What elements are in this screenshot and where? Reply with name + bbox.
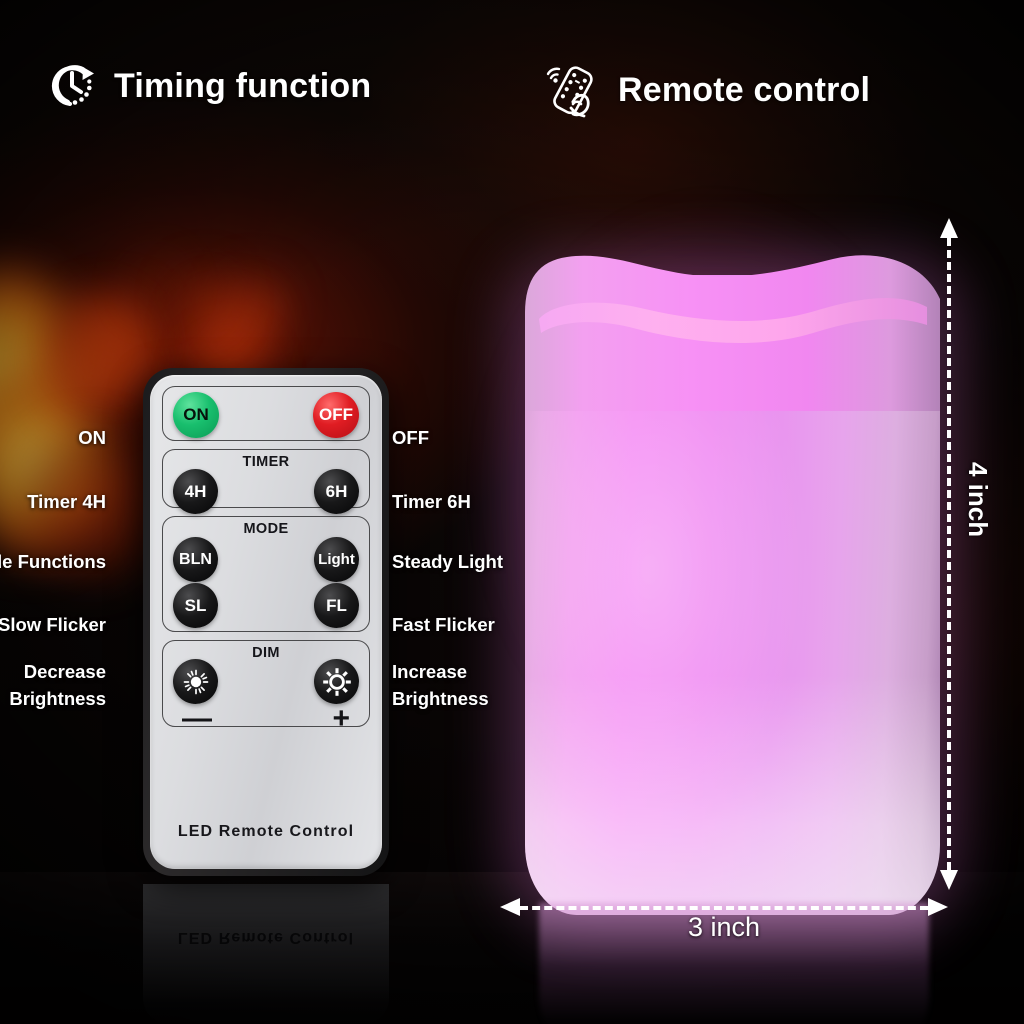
dim-up-sign: +	[332, 702, 350, 735]
mode-group-label: MODE	[243, 521, 289, 537]
dashed-line	[520, 906, 928, 910]
remote-control-device: ON OFF TIMER 4H 6H MODE BLN Light SL FL …	[143, 368, 389, 876]
mode-sl-button[interactable]: SL	[173, 583, 218, 628]
dim-down-sign: —	[182, 702, 212, 735]
dim-up-button[interactable]	[314, 659, 359, 704]
button-group-mode: MODE BLN Light SL FL	[162, 516, 370, 632]
height-dimension-label: 4 inch	[963, 462, 993, 538]
on-button-label: ON	[183, 405, 209, 424]
button-group-dim: DIM — +	[162, 640, 370, 734]
off-button-label: OFF	[319, 405, 353, 424]
header-remote-label: Remote control	[618, 70, 871, 109]
timer-6h-label: 6H	[325, 481, 348, 501]
mode-sl-label: SL	[184, 595, 207, 615]
remote-reflection-text: LED Remote Control	[177, 929, 355, 946]
callout-timer-6h: Timer 6H	[392, 491, 471, 512]
mode-light-label: Light	[318, 551, 355, 568]
sun-small-icon	[183, 669, 208, 694]
header-timing-label: Timing function	[114, 66, 372, 105]
callout-decrease-brightness: Decrease Brightness	[9, 659, 106, 713]
callout-timer-4h: Timer 4H	[27, 491, 106, 512]
dashed-line	[947, 238, 951, 870]
height-dimension-line	[938, 218, 958, 890]
remote-reflection: LED Remote Control	[143, 884, 389, 1024]
callout-on: ON	[78, 427, 106, 448]
on-button[interactable]: ON	[173, 392, 219, 438]
callout-decrease-line1: Decrease	[23, 661, 106, 682]
timer-4h-button[interactable]: 4H	[173, 469, 218, 514]
mode-bln-label: BLN	[179, 550, 212, 568]
off-button[interactable]: OFF	[313, 392, 359, 438]
button-group-power: ON OFF	[162, 386, 370, 441]
mode-fl-label: FL	[326, 595, 347, 615]
timer-4h-label: 4H	[184, 481, 207, 501]
led-candle	[465, 205, 960, 1024]
callout-fade-functions: Fade Functions	[0, 551, 106, 572]
candle-wavy-rim	[525, 255, 940, 411]
hand-remote-signal-icon	[546, 66, 593, 118]
callout-increase-brightness: Increase Brightness	[392, 659, 489, 713]
arrow-up-icon	[940, 218, 958, 238]
remote-faceplate: ON OFF TIMER 4H 6H MODE BLN Light SL FL …	[150, 375, 382, 869]
callout-fast-flicker: Fast Flicker	[392, 614, 495, 635]
callout-decrease-line2: Brightness	[9, 687, 106, 709]
timer-6h-button[interactable]: 6H	[314, 469, 359, 514]
mode-light-button[interactable]: Light	[314, 537, 359, 582]
clock-timer-icon	[51, 65, 94, 106]
callout-increase-line1: Increase	[392, 661, 468, 682]
timer-group-label: TIMER	[242, 454, 290, 470]
callout-steady-light: Steady Light	[392, 551, 504, 572]
product-infographic: Timing function Remote control 4 inch 3 …	[0, 0, 1024, 1024]
arrow-down-icon	[940, 870, 958, 890]
callout-slow-flicker: Slow Flicker	[0, 614, 106, 635]
dim-down-button[interactable]	[173, 659, 218, 704]
mode-fl-button[interactable]: FL	[314, 583, 359, 628]
callout-increase-line2: Brightness	[392, 687, 489, 709]
button-group-timer: TIMER 4H 6H	[162, 449, 370, 514]
remote-brand-text: LED Remote Control	[177, 823, 355, 840]
width-dimension-label: 3 inch	[687, 912, 761, 942]
header-remote-control: Remote control	[540, 58, 870, 122]
callout-off: OFF	[392, 427, 429, 448]
mode-bln-button[interactable]: BLN	[173, 537, 218, 582]
sun-large-icon	[322, 667, 351, 696]
header-timing-function: Timing function	[44, 58, 371, 114]
